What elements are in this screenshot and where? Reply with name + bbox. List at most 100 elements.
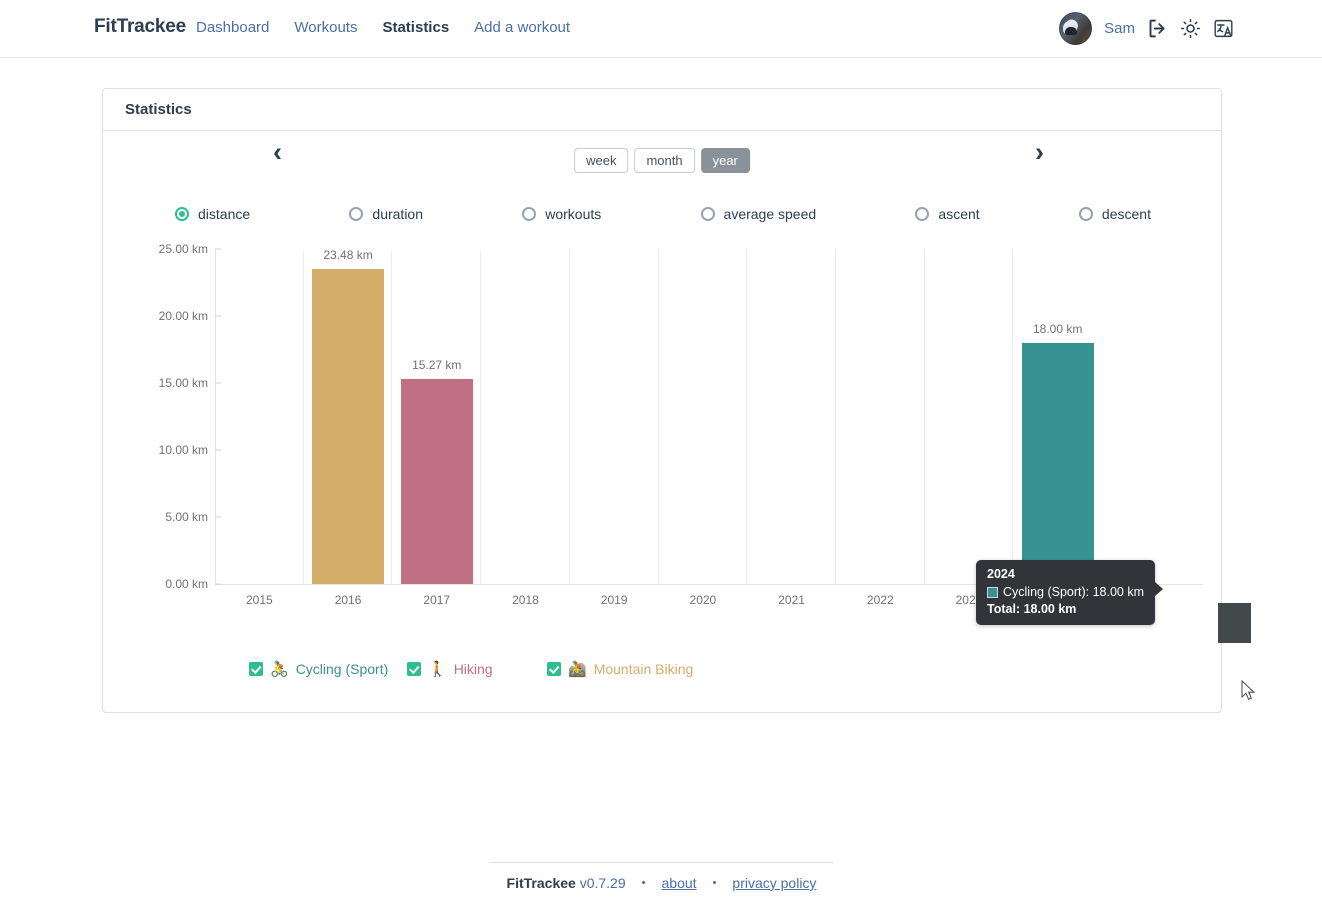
tooltip-entry: Cycling (Sport): 18.00 km bbox=[987, 585, 1144, 599]
chart-tooltip: 2024 Cycling (Sport): 18.00 km Total: 18… bbox=[976, 560, 1164, 625]
legend-label-mountain-biking: Mountain Biking bbox=[593, 661, 694, 677]
radio-indicator-distance bbox=[175, 207, 189, 221]
footer-separator-2: • bbox=[712, 877, 717, 889]
chart-column[interactable] bbox=[836, 249, 925, 584]
app-header: FitTrackee Dashboard Workouts Statistics… bbox=[0, 0, 1322, 58]
radio-label-distance: distance bbox=[198, 206, 251, 222]
legend-item-mountain-biking[interactable]: 🚵 Mountain Biking bbox=[547, 661, 693, 677]
period-controls: ‹ week month year › bbox=[103, 131, 1221, 191]
period-button-week[interactable]: week bbox=[574, 148, 629, 173]
chart-column[interactable] bbox=[570, 249, 659, 584]
radio-label-workouts: workouts bbox=[545, 206, 602, 222]
radio-ascent[interactable]: ascent bbox=[915, 206, 980, 222]
legend-item-hiking[interactable]: 🚶 Hiking bbox=[407, 661, 547, 677]
statistics-card: Statistics ‹ week month year › distance … bbox=[102, 88, 1256, 713]
bar-series: 23.48 km 15.27 km 18.00 km bbox=[215, 248, 1102, 584]
nav-item-add-workout[interactable]: Add a workout bbox=[474, 19, 570, 36]
x-axis-tick-label: 2017 bbox=[423, 593, 451, 607]
avatar[interactable] bbox=[1059, 12, 1093, 45]
page-footer: FitTrackee v0.7.29 • about • privacy pol… bbox=[489, 862, 834, 891]
footer-brand: FitTrackee bbox=[506, 875, 576, 891]
chart-bar[interactable]: 18.00 km bbox=[1021, 322, 1094, 584]
bar-hover-highlight bbox=[1218, 603, 1251, 643]
nav-item-statistics[interactable]: Statistics bbox=[382, 19, 449, 36]
username-label[interactable]: Sam bbox=[1104, 20, 1135, 37]
footer-link-about[interactable]: about bbox=[662, 875, 697, 891]
metric-radio-group: distance duration workouts average speed… bbox=[103, 191, 1221, 237]
chart-column[interactable]: 15.27 km bbox=[392, 249, 482, 584]
radio-label-average-speed: average speed bbox=[723, 206, 817, 222]
x-axis-tick-label: 2016 bbox=[334, 593, 362, 607]
footer-version: FitTrackee v0.7.29 bbox=[507, 875, 626, 891]
tooltip-title: 2024 bbox=[987, 567, 1015, 581]
chart-column[interactable] bbox=[481, 249, 570, 584]
plot-area: 23.48 km 15.27 km 18.00 km bbox=[215, 248, 1102, 584]
sun-icon[interactable] bbox=[1180, 18, 1201, 39]
footer-link-privacy-policy[interactable]: privacy policy bbox=[732, 875, 816, 891]
bar-value-label: 23.48 km bbox=[323, 248, 373, 263]
chart-bar[interactable]: 23.48 km bbox=[312, 248, 385, 584]
radio-average-speed[interactable]: average speed bbox=[700, 206, 817, 222]
chart-column[interactable]: 18.00 km bbox=[1013, 249, 1102, 584]
radio-workouts[interactable]: workouts bbox=[522, 206, 601, 222]
tooltip-entry-label: Cycling (Sport): 18.00 km bbox=[1003, 585, 1145, 599]
bar-value-label: 15.27 km bbox=[412, 358, 462, 373]
y-axis-tick-label: 0.00 km bbox=[165, 577, 208, 591]
radio-label-duration: duration bbox=[372, 206, 423, 222]
legend-label-hiking: Hiking bbox=[453, 661, 493, 677]
x-axis-tick-label: 2020 bbox=[689, 593, 717, 607]
y-axis-tick-label: 5.00 km bbox=[165, 510, 208, 524]
page-title: Statistics bbox=[125, 101, 192, 118]
card-header: Statistics bbox=[103, 89, 1221, 131]
radio-indicator-average-speed bbox=[700, 207, 715, 221]
legend-checkbox-cycling[interactable] bbox=[249, 662, 263, 676]
y-axis-tick-label: 10.00 km bbox=[158, 443, 208, 457]
main-navigation: Dashboard Workouts Statistics Add a work… bbox=[196, 19, 570, 36]
tooltip-total: Total: 18.00 km bbox=[987, 602, 1077, 616]
chart-legend: 🚴 Cycling (Sport) 🚶 Hiking 🚵 Mountain Bi… bbox=[249, 661, 693, 677]
radio-indicator-descent bbox=[1078, 207, 1093, 221]
x-axis-tick-label: 2022 bbox=[866, 593, 894, 607]
footer-separator-1: • bbox=[641, 877, 646, 889]
previous-period-button[interactable]: ‹ bbox=[273, 139, 282, 166]
mouse-cursor bbox=[1241, 679, 1256, 707]
radio-indicator-workouts bbox=[522, 207, 537, 221]
tooltip-color-swatch bbox=[987, 586, 998, 598]
logout-icon[interactable] bbox=[1147, 18, 1168, 39]
x-axis-tick-label: 2019 bbox=[600, 593, 628, 607]
chart-column[interactable] bbox=[747, 249, 836, 584]
chart-bar[interactable]: 15.27 km bbox=[400, 358, 473, 584]
hiker-icon: 🚶 bbox=[428, 660, 447, 678]
mountain-biking-icon: 🚵 bbox=[568, 660, 587, 678]
period-button-month[interactable]: month bbox=[634, 148, 695, 173]
legend-checkbox-mountain-biking[interactable] bbox=[547, 662, 561, 676]
chart-column[interactable] bbox=[215, 249, 304, 584]
x-axis-tick-label: 2018 bbox=[512, 593, 539, 607]
radio-label-descent: descent bbox=[1101, 206, 1151, 222]
footer-version-number: v0.7.29 bbox=[579, 875, 626, 891]
radio-indicator-duration bbox=[349, 207, 364, 221]
y-axis-tick-label: 25.00 km bbox=[158, 242, 208, 256]
header-user-area: Sam bbox=[1059, 12, 1234, 45]
chart-column[interactable] bbox=[925, 249, 1014, 584]
next-period-button[interactable]: › bbox=[1035, 139, 1044, 166]
nav-item-workouts[interactable]: Workouts bbox=[294, 19, 357, 36]
radio-descent[interactable]: descent bbox=[1078, 206, 1151, 222]
language-icon[interactable] bbox=[1213, 18, 1234, 39]
chart-column[interactable]: 23.48 km bbox=[304, 248, 393, 584]
bar-value-label: 18.00 km bbox=[1032, 321, 1083, 336]
chart-column[interactable] bbox=[659, 249, 748, 584]
nav-item-dashboard[interactable]: Dashboard bbox=[196, 19, 269, 36]
legend-checkbox-hiking[interactable] bbox=[407, 662, 421, 676]
bicycle-icon: 🚴 bbox=[270, 660, 289, 678]
radio-distance[interactable]: distance bbox=[175, 206, 250, 222]
period-selector: week month year bbox=[574, 148, 750, 173]
period-button-year[interactable]: year bbox=[700, 148, 750, 173]
app-brand[interactable]: FitTrackee bbox=[94, 16, 186, 38]
radio-duration[interactable]: duration bbox=[349, 206, 423, 222]
radio-label-ascent: ascent bbox=[938, 206, 980, 222]
legend-item-cycling[interactable]: 🚴 Cycling (Sport) bbox=[249, 661, 407, 677]
x-axis-labels: 2015201620172018201920202021202220232024 bbox=[215, 593, 1102, 607]
y-axis-tick-label: 15.00 km bbox=[158, 376, 208, 390]
legend-label-cycling: Cycling (Sport) bbox=[295, 661, 389, 677]
